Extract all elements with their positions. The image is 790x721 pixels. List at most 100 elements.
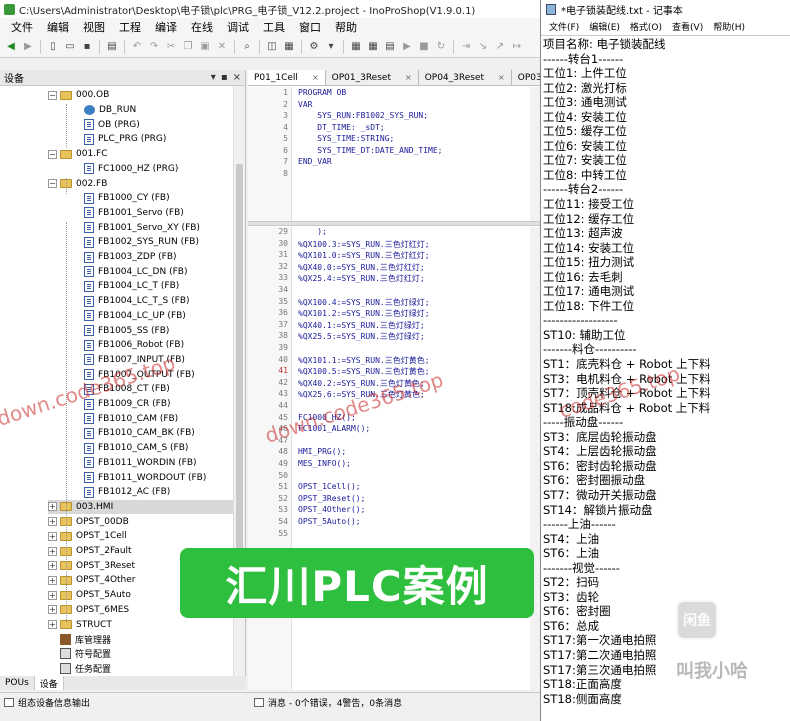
collapse-icon[interactable]: −: [48, 149, 57, 159]
expand-icon[interactable]: +: [48, 605, 57, 615]
code-scrollbar[interactable]: [530, 227, 540, 690]
cursor-icon[interactable]: ↦: [510, 40, 524, 54]
save-icon[interactable]: ▪: [80, 40, 94, 54]
tree-item[interactable]: + OPST_4Other: [48, 573, 136, 588]
menu-item[interactable]: 视图: [76, 19, 112, 35]
tree-item[interactable]: FB1007_OUTPUT (FB): [84, 367, 195, 382]
run-icon[interactable]: ▶: [400, 40, 414, 54]
menu-item[interactable]: 帮助: [328, 19, 364, 35]
stop-icon[interactable]: ■: [417, 40, 431, 54]
declaration-pane[interactable]: 1 PROGRAM OB 2 VAR 3 SYS_RUN:FB1002_SYS_RUN;…: [248, 87, 540, 221]
find-icon[interactable]: ⌕: [240, 40, 254, 54]
tree-item[interactable]: FB1008_CT (FB): [84, 382, 170, 397]
undo-icon[interactable]: ↶: [130, 40, 144, 54]
tree-item[interactable]: FB1000_CY (FB): [84, 191, 170, 206]
tree-item[interactable]: DB_RUN: [84, 103, 136, 118]
tree-item[interactable]: FC1000_HZ (PRG): [84, 162, 178, 177]
tab-close-icon[interactable]: ×: [498, 73, 505, 82]
tree-item[interactable]: + OPST_5Auto: [48, 588, 131, 603]
grid-icon[interactable]: ▦: [349, 40, 363, 54]
tab-close-icon[interactable]: ×: [312, 73, 319, 82]
print-icon[interactable]: ▤: [105, 40, 119, 54]
step-into-icon[interactable]: ↘: [476, 40, 490, 54]
paste-icon[interactable]: ▣: [198, 40, 212, 54]
editor-tab[interactable]: OP03_R2×: [511, 70, 540, 85]
notepad-menu-item[interactable]: 查看(V): [667, 20, 708, 33]
notepad-menu-item[interactable]: 帮助(H): [708, 20, 750, 33]
menu-item[interactable]: 文件: [4, 19, 40, 35]
tree-item[interactable]: − 002.FB: [48, 176, 107, 191]
tree-item[interactable]: 符号配置: [60, 647, 111, 662]
menu-item[interactable]: 窗口: [292, 19, 328, 35]
tree-item[interactable]: +003.HMI: [48, 499, 233, 515]
close-icon[interactable]: ×: [233, 72, 241, 83]
menu-item[interactable]: 工具: [256, 19, 292, 35]
tree-item[interactable]: FB1007_INPUT (FB): [84, 353, 185, 368]
panel-menu-icon[interactable]: ▾: [211, 72, 216, 83]
tree-item[interactable]: + STRUCT: [48, 617, 112, 632]
forward-icon[interactable]: ▶: [21, 40, 35, 54]
tree-item[interactable]: FB1004_LC_UP (FB): [84, 309, 186, 324]
tree-item[interactable]: FB1010_CAM_S (FB): [84, 441, 188, 456]
expand-icon[interactable]: +: [48, 561, 57, 571]
pin-icon[interactable]: ▪: [221, 72, 228, 83]
notepad-menu-item[interactable]: 编辑(E): [584, 20, 625, 33]
back-icon[interactable]: ◀: [4, 40, 18, 54]
panel-tab[interactable]: POUs: [0, 676, 35, 690]
new-file-icon[interactable]: ▯: [46, 40, 60, 54]
cut-icon[interactable]: ✂: [164, 40, 178, 54]
tree-item[interactable]: FB1004_LC_T_S (FB): [84, 294, 190, 309]
tree-item[interactable]: FB1001_Servo (FB): [84, 206, 184, 221]
copy-icon[interactable]: ❐: [181, 40, 195, 54]
tree-item[interactable]: FB1003_ZDP (FB): [84, 250, 177, 265]
step-out-icon[interactable]: ↗: [493, 40, 507, 54]
tree-item[interactable]: 任务配置: [60, 661, 111, 676]
tree-item[interactable]: FB1004_LC_DN (FB): [84, 264, 187, 279]
tree-item[interactable]: FB1010_CAM (FB): [84, 411, 178, 426]
collapse-icon[interactable]: −: [48, 90, 57, 100]
expand-icon[interactable]: +: [48, 517, 57, 527]
tree-item[interactable]: FB1006_Robot (FB): [84, 338, 184, 353]
grid2-icon[interactable]: ▦: [366, 40, 380, 54]
tree-item[interactable]: PLC_PRG (PRG): [84, 132, 166, 147]
status-messages[interactable]: 消息 - 0个错误，4警告，0条消息: [268, 696, 402, 709]
tree-item[interactable]: + OPST_00DB: [48, 514, 129, 529]
project-icon[interactable]: ▦: [282, 40, 296, 54]
menu-item[interactable]: 调试: [220, 19, 256, 35]
menu-item[interactable]: 编辑: [40, 19, 76, 35]
tree-item[interactable]: FB1002_SYS_RUN (FB): [84, 235, 199, 250]
editor-tab[interactable]: P01_1Cell ×: [248, 70, 326, 85]
tree-item[interactable]: FB1011_WORDIN (FB): [84, 456, 197, 471]
decl-scrollbar[interactable]: [530, 87, 540, 221]
tree-item[interactable]: − 001.FC: [48, 147, 108, 162]
tree-item[interactable]: FB1010_CAM_BK (FB): [84, 426, 195, 441]
tree-item[interactable]: + OPST_1Cell: [48, 529, 127, 544]
notepad-menu-item[interactable]: 文件(F): [544, 20, 584, 33]
tab-close-icon[interactable]: ×: [405, 73, 412, 82]
tree-item[interactable]: FB1009_CR (FB): [84, 397, 171, 412]
open-folder-icon[interactable]: ▭: [63, 40, 77, 54]
tree-item[interactable]: 库管理器: [60, 632, 111, 647]
expand-icon[interactable]: +: [48, 502, 57, 512]
dropdown-icon[interactable]: ▾: [324, 40, 338, 54]
tree-scrollbar-thumb[interactable]: [236, 164, 243, 584]
expand-icon[interactable]: +: [48, 590, 57, 600]
status-left[interactable]: 组态设备信息输出: [18, 696, 90, 709]
implementation-pane[interactable]: 29 ); 30 %QX100.3:=SYS_RUN.三色灯红灯; 31 %QX101.…: [248, 227, 540, 690]
breakpoint-icon[interactable]: ◫: [265, 40, 279, 54]
tree-item[interactable]: FB1011_WORDOUT (FB): [84, 470, 206, 485]
expand-icon[interactable]: +: [48, 575, 57, 585]
tree-item[interactable]: + OPST_6MES: [48, 603, 129, 618]
delete-icon[interactable]: ✕: [215, 40, 229, 54]
tree-item[interactable]: FB1004_LC_T (FB): [84, 279, 179, 294]
step-icon[interactable]: ⇥: [459, 40, 473, 54]
expand-icon[interactable]: +: [48, 546, 57, 556]
collapse-icon[interactable]: −: [48, 179, 57, 189]
notepad-text-area[interactable]: 项目名称: 电子锁装配线 ------转台1------ 工位1: 上件工位 工位2:…: [541, 37, 790, 721]
tree-item[interactable]: OB (PRG): [84, 117, 140, 132]
expand-icon[interactable]: +: [48, 531, 57, 541]
tree-item[interactable]: FB1012_AC (FB): [84, 485, 170, 500]
pane-splitter[interactable]: [248, 221, 540, 226]
menu-item[interactable]: 工程: [112, 19, 148, 35]
reset-icon[interactable]: ↻: [434, 40, 448, 54]
